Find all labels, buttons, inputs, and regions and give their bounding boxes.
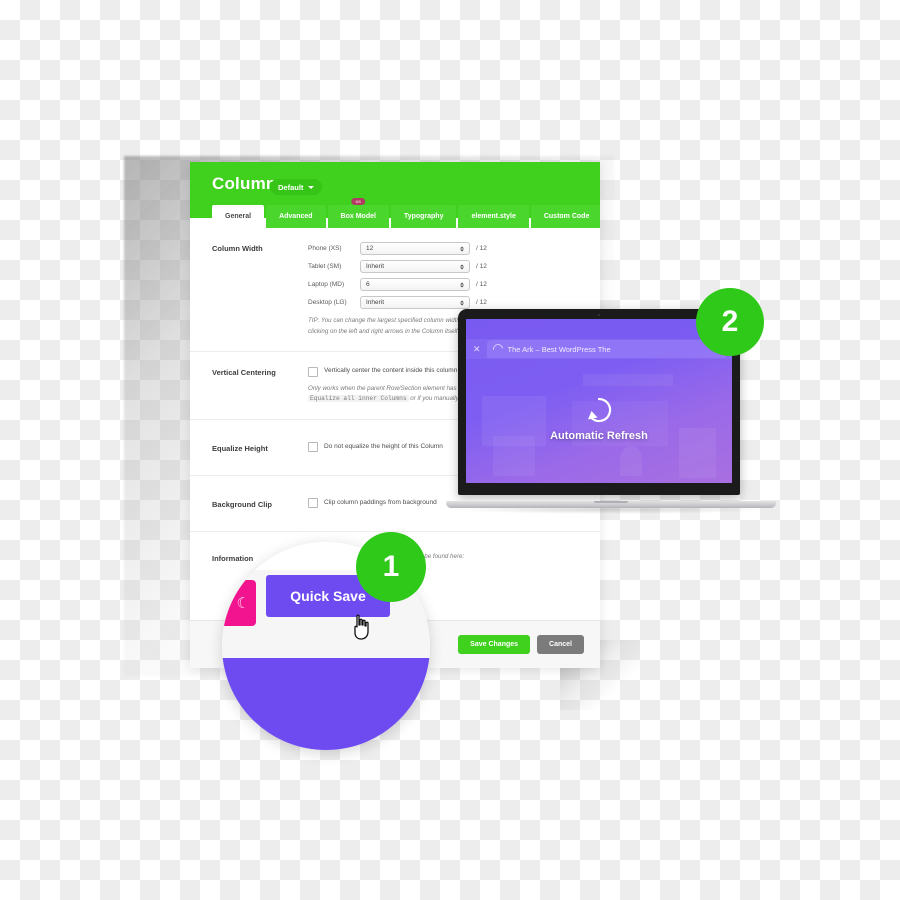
field-value: 6 [366, 281, 370, 288]
field-value: Inherit [366, 263, 385, 270]
tab-advanced[interactable]: Advanced [266, 205, 326, 228]
automatic-refresh-overlay: Automatic Refresh [466, 353, 732, 483]
field-label: Tablet (SM) [308, 263, 342, 270]
column-width-phone-select[interactable]: 12 [360, 242, 470, 255]
tab-label: element.style [471, 213, 516, 220]
magnifier-bottom-band [222, 658, 430, 750]
vertical-centering-checkbox[interactable] [308, 366, 318, 377]
pink-action-button[interactable]: ☾ [222, 580, 256, 626]
tab-label: Typography [403, 213, 444, 220]
tab-general[interactable]: General [212, 205, 265, 228]
tab-box-model[interactable]: NS Box Model [327, 198, 389, 228]
stepper-icon[interactable] [460, 246, 464, 251]
tab-label: Advanced [279, 213, 313, 220]
tab-typography[interactable]: Typography [390, 205, 457, 228]
checkbox-label: Clip column paddings from background [324, 498, 437, 506]
equalize-height-checkbox[interactable] [308, 442, 318, 453]
column-width-tablet-select[interactable]: Inherit [360, 260, 470, 273]
stepper-icon[interactable] [460, 264, 464, 269]
tab-label: Custom Code [543, 213, 590, 220]
webcam-icon [598, 314, 600, 316]
row-label: Column Width [212, 244, 263, 253]
field-label: Laptop (MD) [308, 281, 345, 288]
tab-custom-code[interactable]: Custom Code [530, 205, 600, 228]
field-tablet-sm: Tablet (SM) Inherit / 12 [308, 260, 584, 273]
callout-badge-2: 2 [696, 288, 764, 356]
panel-header: Column Default General Advanced NS Box M… [190, 162, 600, 228]
page-title: Column [212, 174, 277, 193]
tab-label: General [225, 213, 252, 220]
checkbox-label: Do not equalize the height of this Colum… [324, 442, 443, 450]
laptop-base [446, 501, 776, 508]
field-suffix: / 12 [476, 299, 487, 306]
column-width-desktop-select[interactable]: Inherit [360, 296, 470, 309]
preset-label: Default [278, 182, 304, 192]
field-value: Inherit [366, 299, 385, 306]
field-phone-xs: Phone (XS) 12 / 12 [308, 242, 584, 255]
laptop-lid: ✕ The Ark – Best WordPress The ✕ [458, 309, 740, 495]
moon-glyph-icon: ☾ [236, 594, 250, 612]
cancel-button[interactable]: Cancel [537, 635, 584, 654]
column-width-laptop-select[interactable]: 6 [360, 278, 470, 291]
field-value: 12 [366, 245, 374, 252]
save-changes-button[interactable]: Save Changes [458, 635, 531, 654]
field-suffix: / 12 [476, 263, 487, 270]
tab-element-style[interactable]: element.style [458, 205, 529, 228]
browser-chrome-topbar [466, 319, 732, 339]
background-clip-checkbox[interactable] [308, 498, 318, 509]
field-desktop-lg: Desktop (LG) Inherit / 12 [308, 296, 584, 309]
chevron-down-icon [308, 185, 315, 189]
note-code: Equalize all inner Columns [308, 395, 409, 403]
tab-badge: NS [351, 198, 366, 206]
row-label: Equalize Height [212, 443, 268, 453]
stepper-icon[interactable] [460, 300, 464, 305]
automatic-refresh-label: Automatic Refresh [550, 429, 648, 442]
row-label: Background Clip [212, 499, 273, 509]
field-label: Desktop (LG) [308, 299, 347, 306]
laptop-screen: ✕ The Ark – Best WordPress The ✕ [466, 319, 732, 483]
checkbox-label: Vertically center the content inside thi… [324, 367, 458, 375]
stepper-icon[interactable] [460, 282, 464, 287]
row-label: Vertical Centering [212, 368, 276, 378]
refresh-circular-arrow-icon [584, 395, 614, 425]
field-label: Phone (XS) [308, 245, 342, 252]
tab-label: Box Model [340, 213, 376, 220]
preset-dropdown[interactable]: Default [270, 179, 323, 195]
callout-badge-1: 1 [356, 532, 426, 602]
field-laptop-md: Laptop (MD) 6 / 12 [308, 278, 584, 291]
field-suffix: / 12 [476, 245, 487, 252]
pointing-hand-cursor-icon [350, 614, 372, 640]
tab-bar: General Advanced NS Box Model Typography… [190, 198, 600, 228]
field-suffix: / 12 [476, 281, 487, 288]
laptop-notch [594, 501, 628, 503]
